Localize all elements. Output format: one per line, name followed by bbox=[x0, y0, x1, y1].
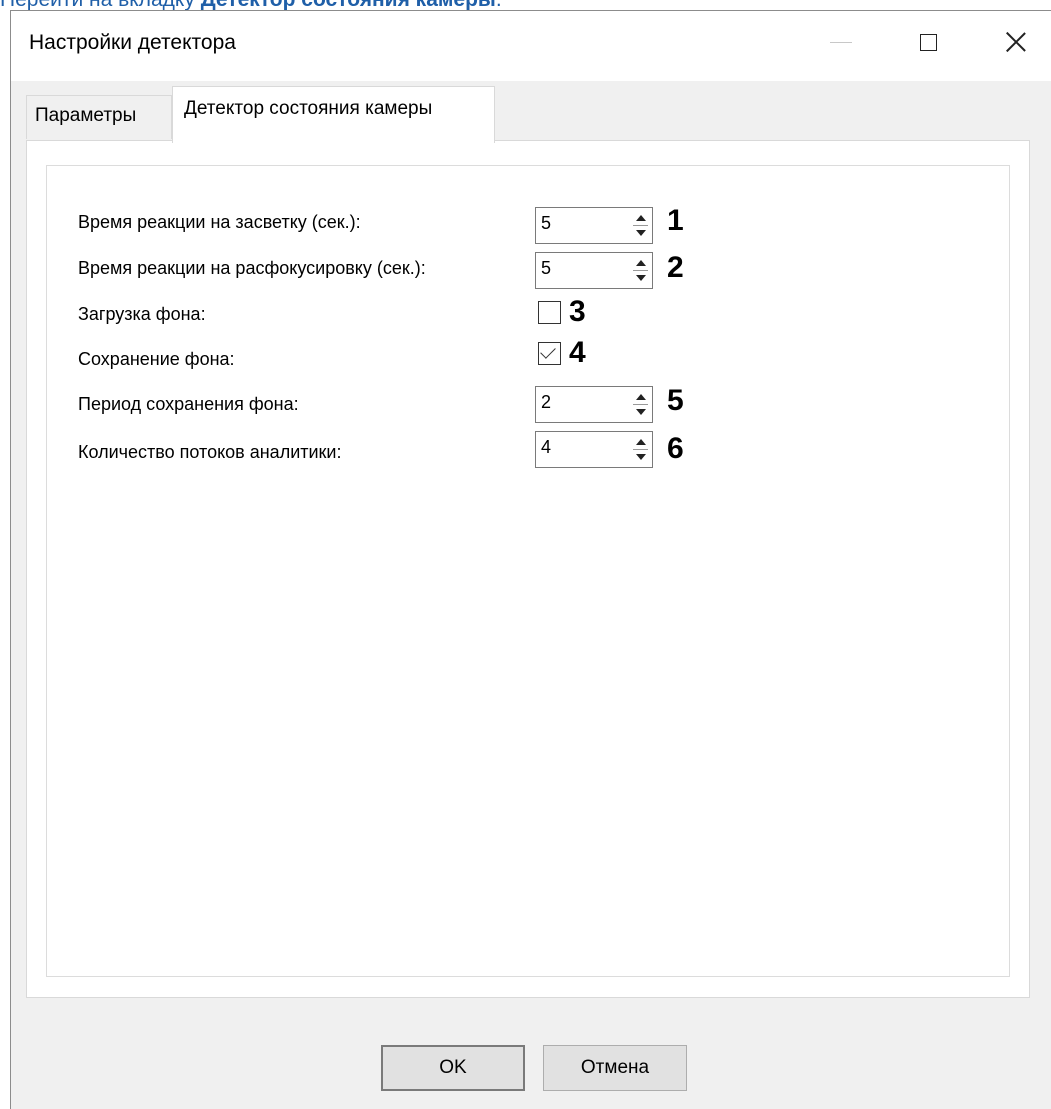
save-background-label: Сохранение фона: bbox=[78, 349, 235, 369]
marker-5: 5 bbox=[667, 384, 684, 417]
cancel-button[interactable]: Отмена bbox=[543, 1045, 687, 1091]
maximize-icon bbox=[919, 33, 937, 51]
save-period-value[interactable]: 2 bbox=[541, 392, 551, 413]
save-period-label: Период сохранения фона: bbox=[78, 394, 299, 414]
close-icon bbox=[1006, 32, 1026, 52]
flare-time-value[interactable]: 5 bbox=[541, 213, 551, 234]
spin-down-icon[interactable] bbox=[632, 405, 650, 419]
marker-1: 1 bbox=[667, 204, 684, 237]
spin-up-icon[interactable] bbox=[632, 435, 650, 449]
save-period-spinner[interactable]: 2 bbox=[535, 386, 653, 423]
defocus-time-label: Время реакции на расфокусировку (сек.): bbox=[78, 258, 426, 278]
marker-2: 2 bbox=[667, 251, 684, 284]
load-background-checkbox[interactable] bbox=[538, 301, 561, 324]
tab-camera-state-detector[interactable]: Детектор состояния камеры bbox=[172, 86, 495, 143]
checkmark-icon bbox=[540, 343, 556, 359]
spin-down-icon[interactable] bbox=[632, 226, 650, 240]
maximize-button[interactable] bbox=[888, 11, 968, 73]
close-button[interactable] bbox=[976, 11, 1051, 73]
save-background-checkbox[interactable] bbox=[538, 342, 561, 365]
defocus-time-spinner[interactable]: 5 bbox=[535, 252, 653, 289]
spin-down-icon[interactable] bbox=[632, 450, 650, 464]
spin-up-icon[interactable] bbox=[632, 390, 650, 404]
spin-divider bbox=[633, 404, 648, 405]
spin-divider bbox=[633, 449, 648, 450]
tab-parameters-label: Параметры bbox=[35, 105, 137, 126]
minimize-icon bbox=[830, 41, 852, 43]
tab-camera-state-detector-label: Детектор состояния камеры bbox=[184, 98, 433, 119]
spin-up-icon[interactable] bbox=[632, 256, 650, 270]
load-background-label: Загрузка фона: bbox=[78, 304, 206, 324]
marker-3: 3 bbox=[569, 295, 586, 328]
settings-group-box bbox=[46, 165, 1010, 977]
threads-spinner[interactable]: 4 bbox=[535, 431, 653, 468]
spin-down-icon[interactable] bbox=[632, 271, 650, 285]
defocus-time-value[interactable]: 5 bbox=[541, 258, 551, 279]
flare-time-label: Время реакции на засветку (сек.): bbox=[78, 212, 361, 232]
window-title: Настройки детектора bbox=[29, 31, 236, 54]
tab-parameters[interactable]: Параметры bbox=[26, 95, 172, 139]
flare-time-spinner[interactable]: 5 bbox=[535, 207, 653, 244]
marker-6: 6 bbox=[667, 432, 684, 465]
marker-4: 4 bbox=[569, 336, 586, 369]
spin-up-icon[interactable] bbox=[632, 211, 650, 225]
title-bar[interactable]: Настройки детектора bbox=[11, 11, 1051, 81]
threads-label: Количество потоков аналитики: bbox=[78, 442, 342, 462]
spin-divider bbox=[633, 225, 648, 226]
spin-divider bbox=[633, 270, 648, 271]
threads-value[interactable]: 4 bbox=[541, 437, 551, 458]
ok-button[interactable]: OK bbox=[381, 1045, 525, 1091]
minimize-button[interactable] bbox=[801, 11, 881, 73]
